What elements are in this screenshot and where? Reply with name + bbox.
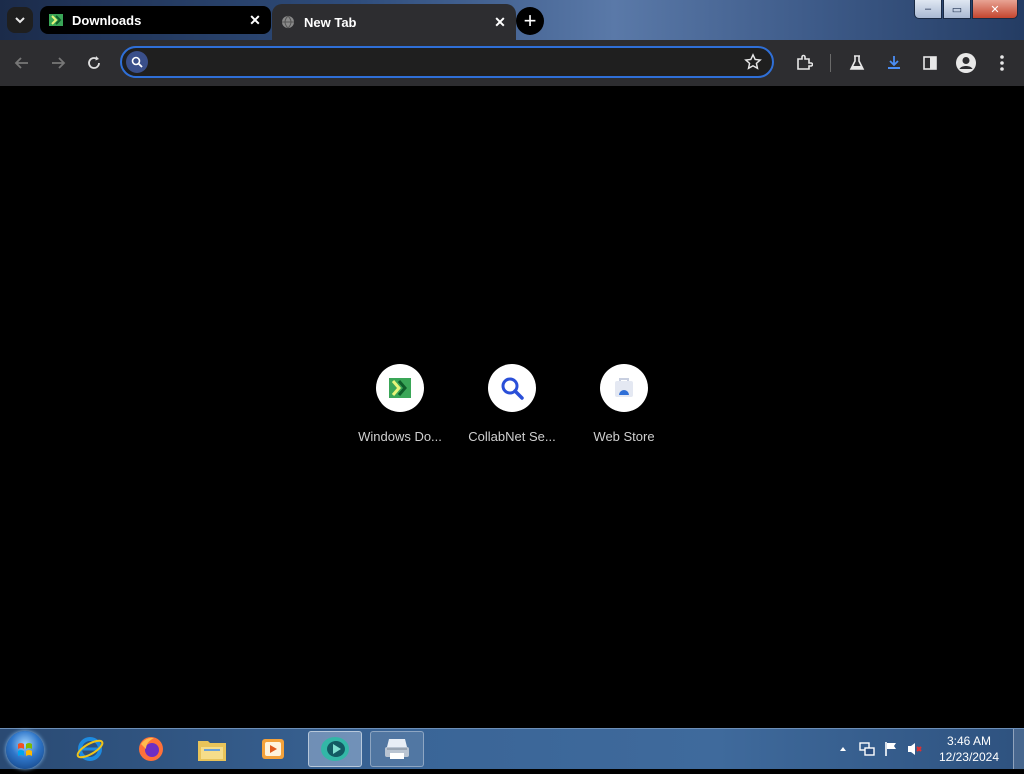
web-store-icon [600, 364, 648, 412]
shortcut-label: Web Store [593, 429, 655, 444]
search-icon [488, 364, 536, 412]
close-icon[interactable]: ✕ [492, 14, 508, 30]
address-input[interactable] [156, 52, 730, 74]
chrome-app-icon [321, 737, 349, 761]
back-button[interactable] [8, 49, 36, 77]
arrow-right-icon [52, 57, 66, 69]
window-controls: – ▭ ✕ [914, 0, 1018, 19]
shortcut-tile[interactable]: CollabNet Se... [462, 364, 562, 454]
tab-downloads[interactable]: Downloads ✕ [40, 6, 271, 34]
reload-icon [88, 56, 100, 69]
new-tab-page: Windows Do... CollabNet Se... Web Store [0, 86, 1024, 728]
side-panel-icon [923, 56, 937, 70]
search-icon [126, 51, 148, 73]
labs-button[interactable] [843, 49, 871, 77]
clock-time: 3:46 AM [946, 734, 991, 748]
downloads-button[interactable] [880, 49, 908, 77]
shortcut-tile[interactable]: Web Store [574, 364, 674, 454]
puzzle-icon [797, 54, 813, 70]
flask-icon [849, 55, 865, 70]
volume-muted-icon[interactable] [905, 739, 925, 759]
show-desktop-button[interactable] [1013, 729, 1024, 769]
windows-logo-icon [18, 743, 32, 756]
clock-date: 12/23/2024 [938, 750, 999, 764]
media-player-taskbar-item[interactable] [246, 731, 300, 767]
file-explorer-icon [198, 741, 226, 761]
windows-downloads-icon [376, 364, 424, 412]
network-icon[interactable] [857, 739, 877, 759]
chrome-taskbar-item[interactable] [308, 731, 362, 767]
profile-button[interactable] [952, 49, 980, 77]
maximize-button[interactable]: ▭ [943, 0, 971, 19]
shortcut-tile[interactable]: Windows Do... [350, 364, 450, 454]
close-icon[interactable]: ✕ [247, 12, 263, 28]
menu-button[interactable] [988, 49, 1016, 77]
kebab-menu-icon [1000, 55, 1004, 71]
taskbar-clock[interactable]: 3:46 AM 12/23/2024 [939, 733, 999, 765]
arrow-left-icon [14, 57, 28, 69]
bookmark-star-icon[interactable] [744, 53, 762, 71]
download-icon [888, 56, 900, 69]
tab-new-tab[interactable]: New Tab ✕ [272, 4, 516, 40]
internet-explorer-icon [76, 737, 104, 761]
avatar-icon [956, 53, 976, 73]
extensions-button[interactable] [790, 49, 818, 77]
internet-explorer-taskbar-item[interactable] [63, 731, 117, 767]
action-center-flag-icon[interactable] [881, 739, 901, 759]
printer-app-taskbar-item[interactable] [370, 731, 424, 767]
forward-button[interactable] [44, 49, 72, 77]
browser-toolbar [0, 40, 1024, 86]
omnibox[interactable] [120, 46, 774, 78]
start-button[interactable] [6, 731, 44, 769]
windows-downloads-icon [48, 12, 64, 28]
tab-title: Downloads [72, 12, 142, 28]
close-window-button[interactable]: ✕ [972, 0, 1018, 19]
minimize-button[interactable]: – [914, 0, 942, 19]
side-panel-button[interactable] [916, 49, 944, 77]
taskbar: 3:46 AM 12/23/2024 [0, 728, 1024, 769]
new-tab-button[interactable]: + [516, 7, 544, 35]
printer-app-icon [385, 739, 409, 759]
toolbar-divider [830, 54, 831, 72]
tab-search-button[interactable] [7, 7, 33, 33]
show-hidden-icons-chevron-up-icon[interactable] [833, 739, 853, 759]
file-explorer-taskbar-item[interactable] [185, 731, 239, 767]
globe-icon [280, 14, 296, 30]
firefox-taskbar-item[interactable] [124, 731, 178, 767]
reload-button[interactable] [80, 49, 108, 77]
shortcut-label: CollabNet Se... [468, 429, 556, 444]
system-tray: 3:46 AM 12/23/2024 [833, 729, 1024, 769]
firefox-icon [139, 737, 163, 761]
chevron-down-icon [15, 17, 25, 24]
tab-title: New Tab [304, 14, 357, 30]
tab-strip: Downloads ✕ New Tab ✕ + – ▭ ✕ [0, 0, 1024, 40]
media-player-icon [262, 739, 284, 759]
shortcut-label: Windows Do... [358, 429, 442, 444]
